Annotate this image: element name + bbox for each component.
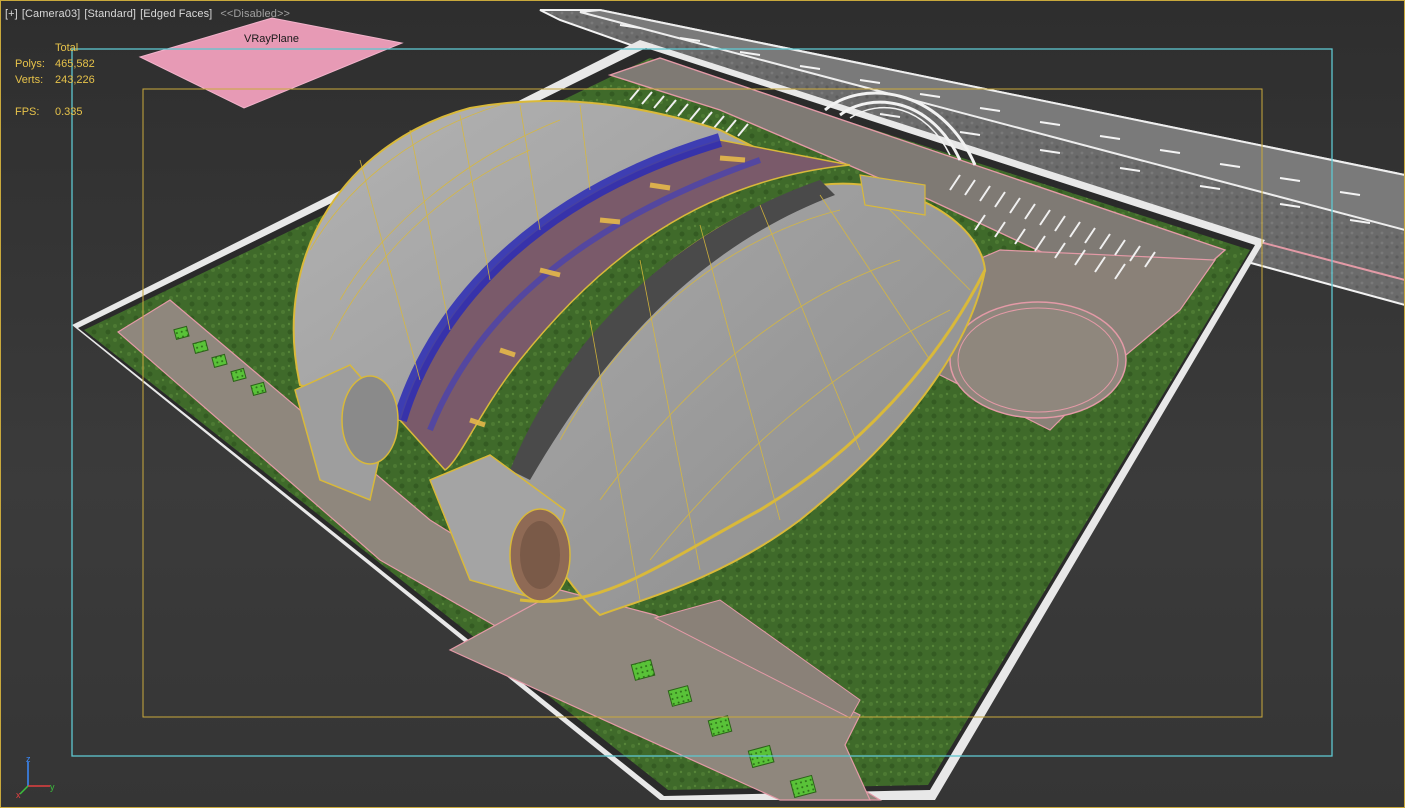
fps-value: 0.335 [55,106,83,118]
viewport-menu[interactable]: [+] [5,8,18,20]
scene-render[interactable] [0,0,1405,808]
vray-plane [138,17,404,109]
polys-label: Polys: [15,58,45,70]
vray-plane-label: VRayPlane [244,33,300,45]
stats-header: Total [55,42,79,54]
axis-tripod-icon: z y x [16,756,55,800]
verts-value: 243,226 [55,74,95,86]
camera-viewport[interactable]: [+] [Camera03] [Standard] [Edged Faces] <<Di… [0,0,1405,808]
disabled-indicator[interactable]: <<Disabled>> [220,8,290,20]
axis-y-label: y [50,782,55,792]
verts-label: Verts: [15,74,44,86]
polys-value: 465,582 [55,58,95,70]
camera-selector[interactable]: [Camera03] [22,8,80,20]
edged-faces-toggle[interactable]: [Edged Faces] [140,8,212,20]
fps-label: FPS: [15,106,40,118]
shading-mode[interactable]: [Standard] [84,8,136,20]
axis-z-label: z [26,756,31,764]
viewport-label[interactable]: [+] [Camera03] [Standard] [Edged Faces] <<Di… [5,8,294,20]
axis-x-label: x [16,790,21,800]
statistics-overlay: Total Polys: 465,582 Verts: 243,226 FPS: 0.… [15,40,95,120]
